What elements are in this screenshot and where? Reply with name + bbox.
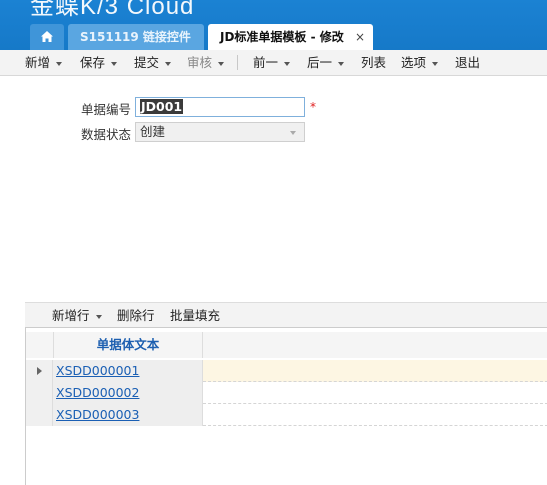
save-button[interactable]: 保存: [80, 50, 118, 75]
batch-fill-button[interactable]: 批量填充: [170, 303, 220, 328]
document-number-value: JD001: [140, 99, 184, 114]
chevron-down-icon: [165, 61, 172, 66]
submit-button[interactable]: 提交: [134, 50, 172, 75]
batch-fill-label: 批量填充: [170, 308, 221, 323]
data-status-label: 数据状态: [81, 127, 132, 142]
tab-jd-template-edit[interactable]: JD标准单据模板 - 修改 ×: [208, 24, 373, 50]
entry-grid: 单据体文本 XSDD000001 XSDD000002 XSDD000003: [25, 327, 547, 485]
grid-header: 单据体文本: [26, 332, 547, 358]
chevron-down-icon: [95, 314, 102, 319]
list-label: 列表: [361, 55, 387, 70]
chevron-down-icon: [284, 61, 291, 66]
toolbar-divider: [237, 55, 238, 70]
document-number-input[interactable]: JD001: [135, 97, 305, 117]
entry-text-cell: XSDD000001: [53, 360, 203, 382]
document-number-label: 单据编号: [81, 102, 132, 117]
chevron-down-icon: [111, 61, 118, 66]
chevron-down-icon: [218, 61, 225, 66]
home-icon: [41, 31, 53, 42]
previous-button[interactable]: 前一: [253, 50, 291, 75]
required-marker: *: [310, 100, 316, 114]
add-row-label: 新增行: [52, 308, 90, 323]
table-row[interactable]: XSDD000001: [26, 360, 547, 382]
chevron-down-icon: [290, 131, 296, 135]
grid-toolbar: 新增行 删除行 批量填充: [25, 302, 547, 328]
row-filler: [203, 382, 547, 404]
exit-button[interactable]: 退出: [455, 50, 480, 75]
new-label: 新增: [25, 55, 51, 70]
chevron-down-icon: [432, 61, 439, 66]
app-header: 金蝶K/3 Cloud S151119 链接控件 JD标准单据模板 - 修改 ×: [0, 0, 547, 50]
options-label: 选项: [401, 55, 427, 70]
row-filler: [203, 360, 547, 382]
new-button[interactable]: 新增: [25, 50, 63, 75]
table-row[interactable]: XSDD000002: [26, 382, 547, 404]
next-button[interactable]: 后一: [307, 50, 345, 75]
entry-text-cell: XSDD000002: [53, 382, 203, 404]
add-row-button[interactable]: 新增行: [52, 303, 102, 328]
audit-label: 审核: [187, 55, 213, 70]
row-indicator: [26, 382, 53, 404]
tab-label: JD标准单据模板 - 修改: [220, 30, 344, 44]
list-button[interactable]: 列表: [361, 50, 386, 75]
tab-bar: S151119 链接控件 JD标准单据模板 - 修改 ×: [0, 24, 547, 50]
options-button[interactable]: 选项: [401, 50, 439, 75]
next-label: 后一: [307, 55, 333, 70]
main-toolbar: 新增 保存 提交 审核 前一 后一 列表 选项 退出: [0, 50, 547, 76]
data-status-select[interactable]: 创建: [135, 122, 305, 142]
table-row[interactable]: XSDD000003: [26, 404, 547, 426]
data-status-value: 创建: [140, 124, 166, 139]
submit-label: 提交: [134, 55, 160, 70]
tab-s151119[interactable]: S151119 链接控件: [68, 24, 204, 50]
delete-row-label: 删除行: [117, 308, 155, 323]
current-row-arrow-icon: [37, 367, 42, 375]
close-icon[interactable]: ×: [355, 24, 365, 50]
entry-link[interactable]: XSDD000002: [56, 385, 139, 400]
row-indicator: [26, 360, 53, 382]
previous-label: 前一: [253, 55, 279, 70]
column-header-entry-text[interactable]: 单据体文本: [53, 332, 203, 358]
chevron-down-icon: [56, 61, 63, 66]
exit-label: 退出: [455, 55, 481, 70]
app-logo: 金蝶K/3 Cloud: [30, 0, 195, 20]
tab-label: S151119 链接控件: [80, 30, 191, 44]
entry-link[interactable]: XSDD000003: [56, 407, 139, 422]
home-tab[interactable]: [30, 24, 64, 50]
audit-button[interactable]: 审核: [187, 50, 225, 75]
entry-text-cell: XSDD000003: [53, 404, 203, 426]
chevron-down-icon: [338, 61, 345, 66]
delete-row-button[interactable]: 删除行: [117, 303, 155, 328]
row-filler: [203, 404, 547, 426]
entry-link[interactable]: XSDD000001: [56, 363, 139, 378]
save-label: 保存: [80, 55, 106, 70]
row-indicator: [26, 404, 53, 426]
